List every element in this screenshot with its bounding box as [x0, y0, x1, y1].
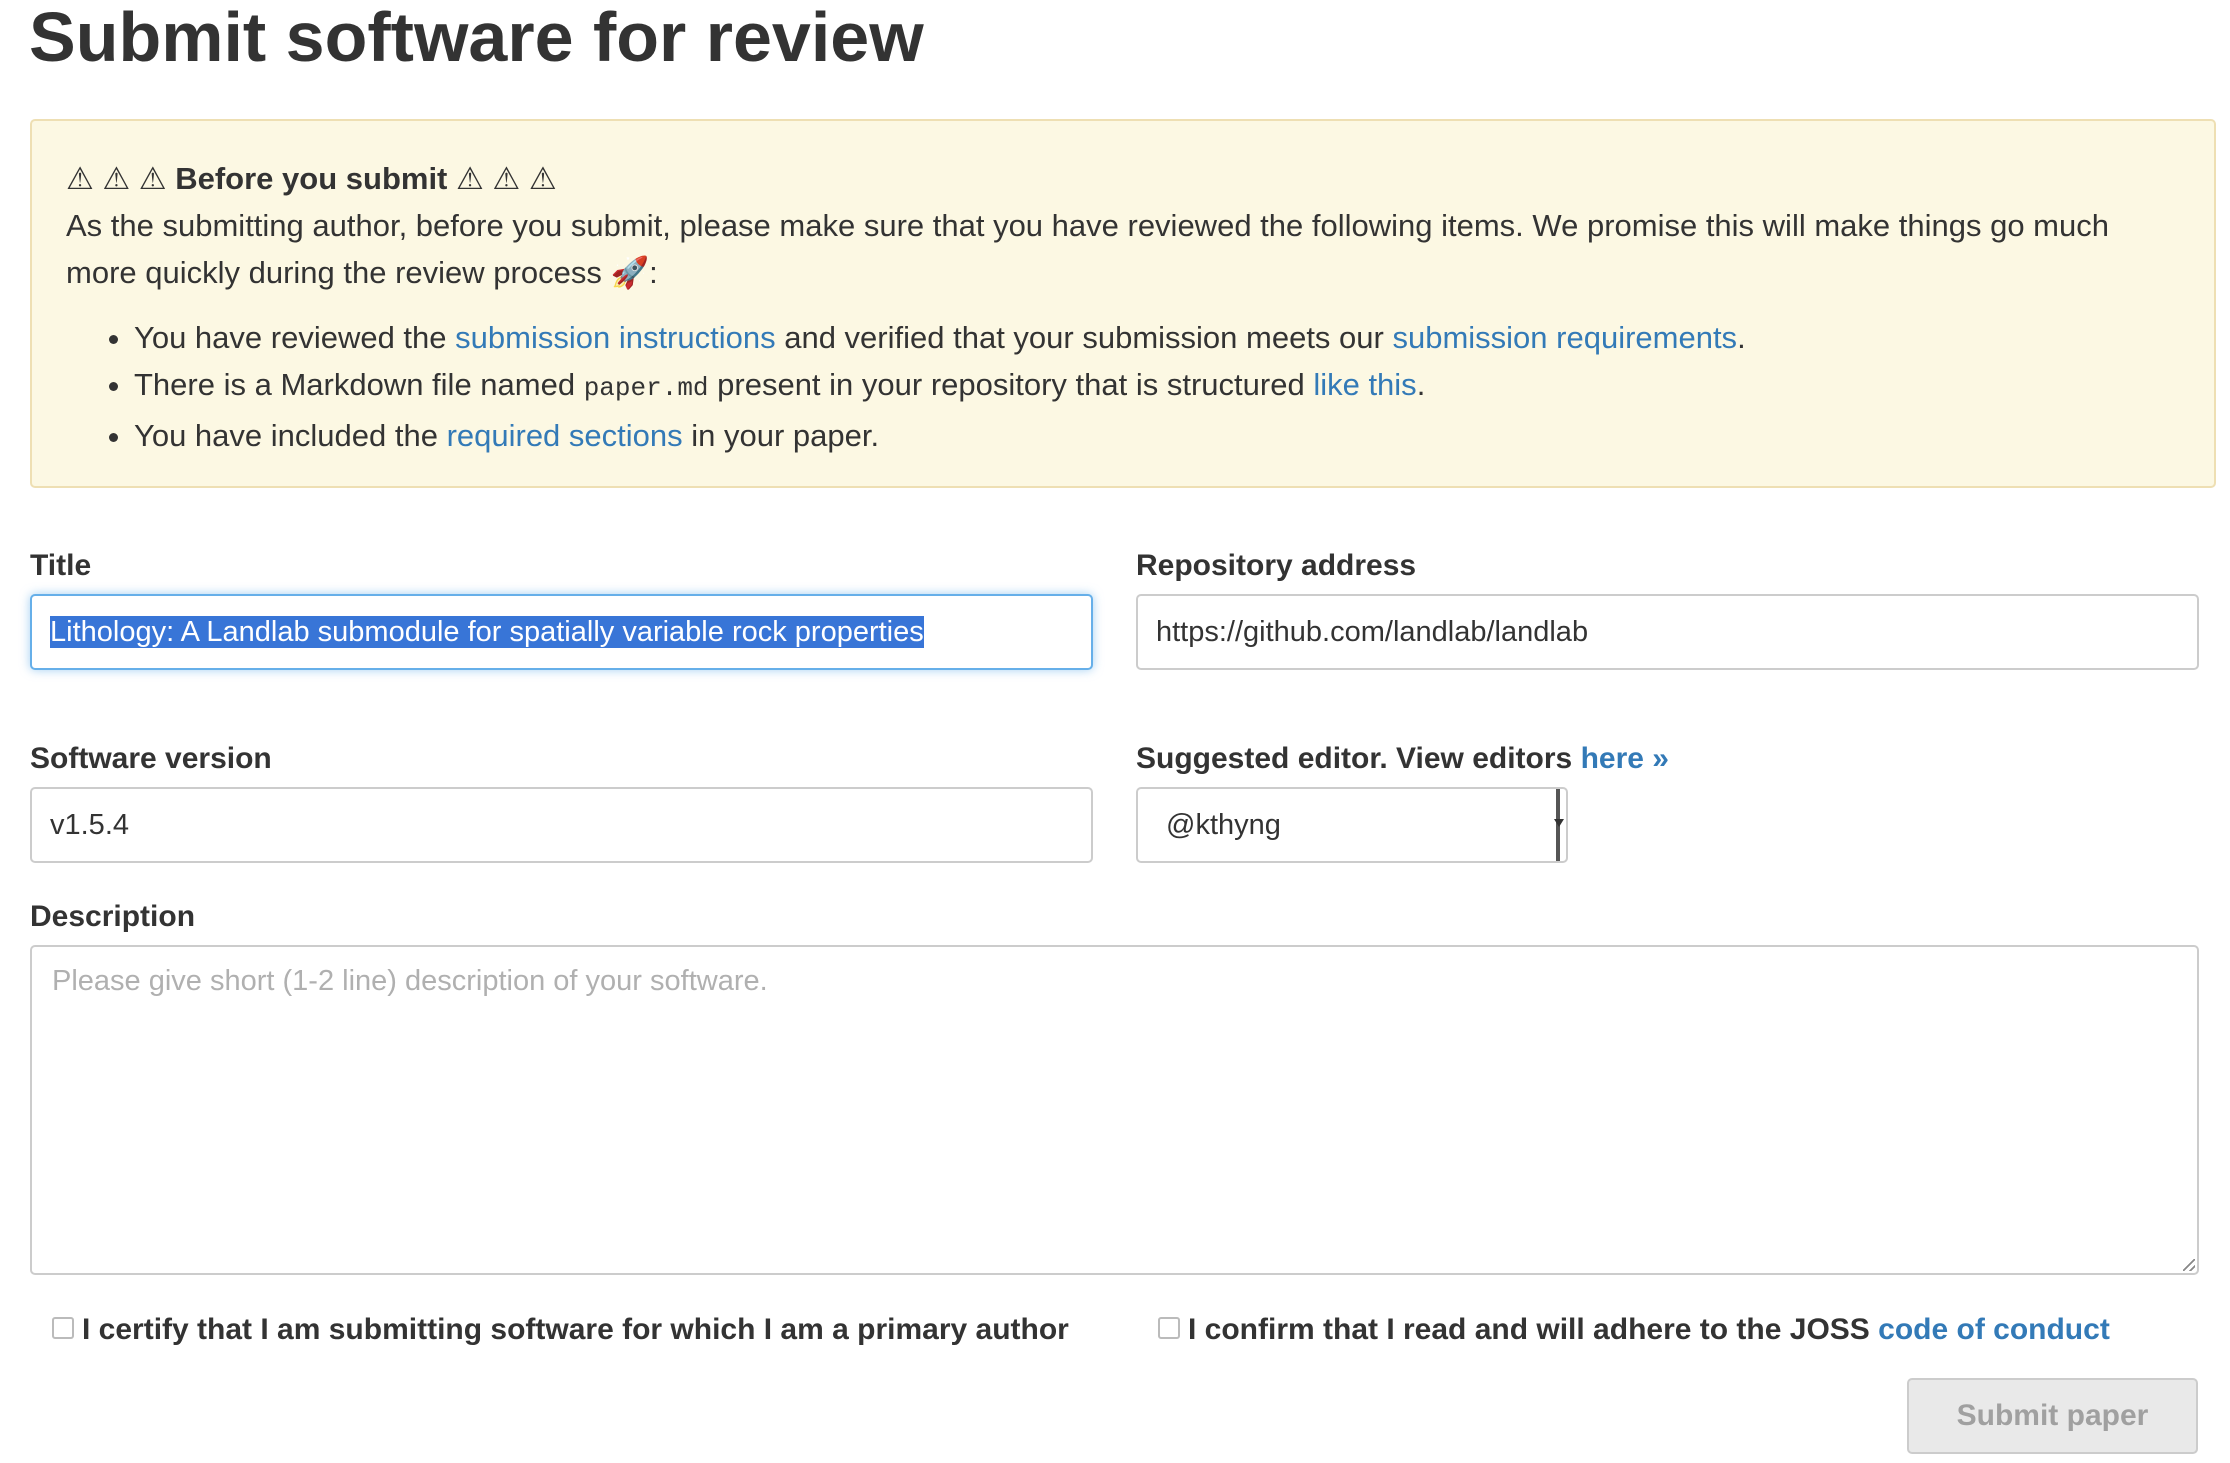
version-input-value: v1.5.4	[50, 809, 129, 841]
warning-icon: ⚠ ⚠ ⚠	[66, 161, 167, 196]
repository-label: Repository address	[1136, 549, 1417, 582]
conduct-row: I confirm that I read and will adhere to…	[1158, 1312, 2110, 1348]
notice-intro-line: As the submitting author, before you sub…	[66, 202, 2180, 296]
version-input[interactable]: v1.5.4	[30, 787, 1093, 863]
conduct-checkbox[interactable]	[1158, 1317, 1180, 1340]
before-submit-notice: ⚠ ⚠ ⚠ Before you submit ⚠ ⚠ ⚠ As the sub…	[30, 119, 2216, 488]
notice-intro: As the submitting author, before you sub…	[66, 208, 2109, 290]
submit-paper-button[interactable]: Submit paper	[1907, 1378, 2198, 1454]
title-label: Title	[30, 549, 92, 582]
editor-select-value: @kthyng	[1166, 809, 1281, 841]
repository-input[interactable]: https://github.com/landlab/landlab	[1136, 594, 2199, 670]
editor-select[interactable]: @kthyng	[1136, 787, 1568, 863]
editor-label: Suggested editor. View editors	[1136, 742, 1581, 775]
repository-input-value: https://github.com/landlab/landlab	[1156, 616, 1589, 648]
certify-label[interactable]: I certify that I am submitting software …	[82, 1313, 1069, 1346]
description-placeholder: Please give short (1-2 line) description…	[52, 965, 768, 997]
notice-heading-line: ⚠ ⚠ ⚠ Before you submit ⚠ ⚠ ⚠	[66, 155, 2180, 202]
version-label: Software version	[30, 742, 272, 775]
item-text: and verified that your submission meets …	[775, 320, 1393, 355]
like-this-link[interactable]: like this	[1313, 367, 1416, 402]
description-textarea[interactable]: Please give short (1-2 line) description…	[30, 945, 2199, 1275]
checklist-item: You have reviewed the submission instruc…	[134, 314, 2180, 361]
title-input[interactable]: Lithology: A Landlab submodule for spati…	[30, 594, 1093, 670]
notice-heading: Before you submit	[175, 161, 448, 196]
checklist-item: You have included the required sections …	[134, 412, 2180, 459]
editor-label-row: Suggested editor. View editors here »	[1136, 741, 1669, 777]
submit-page: Submit software for review ⚠ ⚠ ⚠ Before …	[0, 0, 2230, 1463]
submission-requirements-link[interactable]: submission requirements	[1392, 320, 1737, 355]
certify-row: I certify that I am submitting software …	[52, 1312, 1069, 1348]
item-text: .	[1737, 320, 1746, 355]
item-text: You have included the	[134, 418, 447, 453]
conduct-label[interactable]: I confirm that I read and will adhere to…	[1188, 1313, 1878, 1346]
view-editors-link[interactable]: here »	[1581, 742, 1669, 775]
paper-md-code: paper.md	[583, 373, 709, 403]
item-text: in your paper.	[682, 418, 880, 453]
warning-icon: ⚠ ⚠ ⚠	[456, 161, 557, 196]
rocket-icon: 🚀	[610, 255, 650, 290]
notice-intro-end: :	[649, 255, 658, 290]
submission-instructions-link[interactable]: submission instructions	[455, 320, 775, 355]
item-text: present in your repository that is struc…	[708, 367, 1314, 402]
title-input-value: Lithology: A Landlab submodule for spati…	[50, 616, 924, 648]
item-text: There is a Markdown file named	[134, 367, 584, 402]
required-sections-link[interactable]: required sections	[447, 418, 683, 453]
certify-checkbox[interactable]	[52, 1317, 74, 1340]
description-label: Description	[30, 900, 196, 933]
item-text: .	[1416, 367, 1426, 402]
checklist-item: There is a Markdown file named paper.md …	[134, 361, 2180, 412]
code-of-conduct-link[interactable]: code of conduct	[1878, 1313, 2110, 1346]
page-title: Submit software for review	[29, 0, 924, 76]
chevron-down-icon	[1554, 789, 1566, 861]
item-text: You have reviewed the	[134, 320, 456, 355]
resize-handle-icon[interactable]	[2183, 1259, 2195, 1271]
checklist: You have reviewed the submission instruc…	[66, 314, 2180, 459]
